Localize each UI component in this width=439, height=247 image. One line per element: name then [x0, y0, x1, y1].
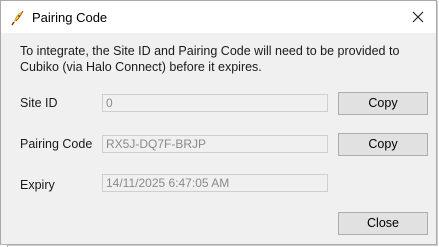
expiry-field[interactable]: 14/11/2025 6:47:05 AM — [102, 174, 328, 192]
site-id-field[interactable]: 0 — [102, 94, 328, 112]
pairing-code-field[interactable]: RX5J-DQ7F-BRJP — [102, 135, 328, 153]
pairing-code-label: Pairing Code — [20, 137, 93, 151]
instructions-text: To integrate, the Site ID and Pairing Co… — [20, 44, 400, 74]
close-icon[interactable] — [406, 5, 430, 29]
expiry-label: Expiry — [20, 178, 55, 192]
window-title: Pairing Code — [32, 10, 108, 25]
copy-pairing-code-button[interactable]: Copy — [338, 133, 428, 156]
title-bar[interactable]: Pairing Code — [1, 1, 436, 33]
dialog-body: To integrate, the Site ID and Pairing Co… — [1, 33, 436, 244]
pairing-code-dialog: Pairing Code To integrate, the Site ID a… — [0, 0, 437, 245]
site-id-label: Site ID — [20, 96, 58, 110]
feather-quill-icon — [11, 10, 25, 26]
copy-site-id-button[interactable]: Copy — [338, 92, 428, 115]
close-button[interactable]: Close — [338, 212, 428, 235]
